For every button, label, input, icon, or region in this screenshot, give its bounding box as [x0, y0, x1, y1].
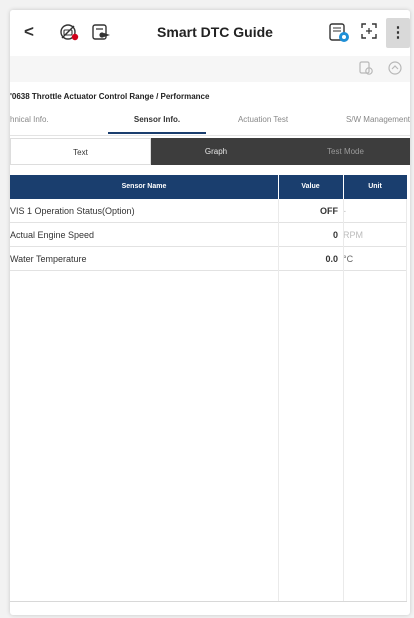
sensor-name: VIS 1 Operation Status(Option) [10, 206, 135, 216]
tab-divider [10, 135, 410, 136]
sensor-name: Water Temperature [10, 254, 87, 264]
mode-graph-button[interactable]: Graph [151, 138, 281, 165]
column-value: Value [301, 183, 320, 190]
tab-bar: hnical Info. Sensor Info. Actuation Test… [10, 108, 410, 134]
mode-text-button[interactable]: Text [10, 138, 151, 165]
view-mode-switch: Text Graph Test Mode [10, 138, 410, 165]
app-screen: < Smart DTC Guide ⋮ '0638 Throttle Actua… [10, 10, 410, 615]
sensor-value: 0 [332, 230, 338, 240]
column-divider [343, 199, 344, 602]
sensor-value: OFF [320, 206, 338, 216]
vci-status-icon[interactable] [327, 22, 351, 50]
tab-technical-info[interactable]: hnical Info. [10, 108, 90, 134]
page-title: Smart DTC Guide [157, 24, 273, 40]
dtc-description: '0638 Throttle Actuator Control Range / … [10, 92, 210, 101]
table-bottom-border [10, 601, 407, 602]
back-button[interactable]: < [24, 22, 34, 42]
sensor-value: 0.0 [325, 254, 338, 264]
table-right-border [406, 199, 407, 602]
column-unit: Unit [368, 183, 382, 190]
table-row[interactable]: Water Temperature 0.0 °C [10, 247, 407, 271]
tab-actuation-test[interactable]: Actuation Test [224, 108, 302, 134]
tab-sw-management[interactable]: S/W Management [320, 108, 410, 134]
tab-sensor-info[interactable]: Sensor Info. [108, 108, 206, 134]
mode-test-button[interactable]: Test Mode [281, 138, 410, 165]
table-row[interactable]: Actual Engine Speed 0 RPM [10, 223, 407, 247]
sensor-unit: °C [343, 254, 354, 264]
more-menu-button[interactable]: ⋮ [386, 18, 410, 48]
top-bar: < Smart DTC Guide ⋮ [10, 10, 410, 56]
toolbar-strip [10, 56, 410, 82]
vehicle-connect-icon[interactable] [90, 22, 112, 48]
fullscreen-icon[interactable] [360, 22, 378, 46]
no-vehicle-icon[interactable] [58, 22, 80, 48]
record-icon[interactable] [387, 60, 403, 81]
column-divider [278, 199, 279, 602]
column-sensor-name: Sensor Name [121, 183, 167, 190]
sensor-table-header: Sensor Name Value Unit [10, 175, 407, 199]
device-settings-icon[interactable] [358, 60, 374, 81]
table-row[interactable]: VIS 1 Operation Status(Option) OFF - [10, 199, 407, 223]
sensor-unit: RPM [343, 230, 363, 240]
sensor-name: Actual Engine Speed [10, 230, 95, 240]
